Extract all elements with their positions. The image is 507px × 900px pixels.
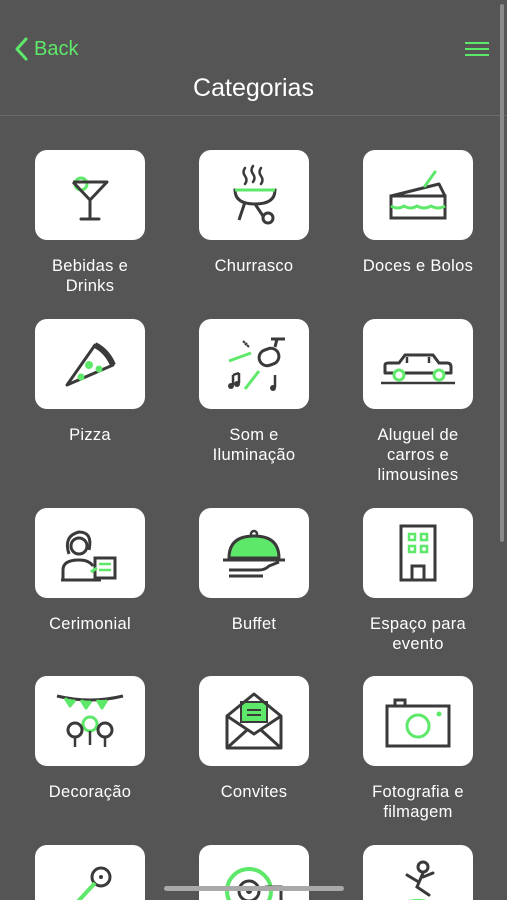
category-item[interactable]: Bebidas e Drinks <box>8 150 172 296</box>
category-tile[interactable] <box>199 319 309 409</box>
category-item[interactable]: Pizza <box>8 319 172 445</box>
category-label: Churrasco <box>214 257 294 275</box>
category-item[interactable]: Decoração <box>8 676 172 802</box>
back-button[interactable]: Back <box>12 36 78 62</box>
category-tile[interactable] <box>35 319 145 409</box>
category-tile[interactable] <box>199 508 309 598</box>
category-tile[interactable] <box>35 676 145 766</box>
category-label: Bebidas e Drinks <box>51 257 129 295</box>
limousine-icon <box>381 353 455 385</box>
grill-icon <box>233 164 277 225</box>
category-label: Espaço para evento <box>370 615 466 653</box>
category-grid: Bebidas e Drinks Churrasco Doces e Bolos… <box>0 116 507 900</box>
category-tile[interactable] <box>35 508 145 598</box>
dj-icon <box>225 867 283 900</box>
category-item[interactable]: Aluguel de carros e limousines <box>336 319 500 485</box>
category-label: Cerimonial <box>49 615 131 633</box>
category-tile[interactable] <box>363 508 473 598</box>
category-tile[interactable] <box>35 845 145 900</box>
decoration-icon <box>56 694 124 747</box>
category-item[interactable]: Buffet <box>172 508 336 634</box>
category-item[interactable] <box>336 845 500 900</box>
category-item[interactable] <box>172 845 336 900</box>
category-tile[interactable] <box>363 150 473 240</box>
envelope-icon <box>225 692 283 750</box>
category-item[interactable]: Cerimonial <box>8 508 172 634</box>
category-label: Fotografia e filmagem <box>372 783 464 821</box>
category-tile[interactable] <box>363 676 473 766</box>
category-label: Pizza <box>69 426 111 444</box>
category-tile[interactable] <box>199 845 309 900</box>
category-item[interactable]: Convites <box>172 676 336 802</box>
host-icon <box>61 530 117 582</box>
chevron-left-icon <box>15 37 28 61</box>
cocktail-icon <box>71 176 109 221</box>
category-tile[interactable] <box>199 150 309 240</box>
header: Back Categorias <box>0 0 507 116</box>
building-icon <box>399 524 437 582</box>
category-tile[interactable] <box>363 845 473 900</box>
category-item[interactable]: Churrasco <box>172 150 336 276</box>
camera-icon <box>385 698 451 748</box>
sound-light-icon <box>228 337 285 391</box>
pizza-icon <box>65 342 116 387</box>
category-item[interactable]: Espaço para evento <box>336 508 500 654</box>
category-label: Decoração <box>48 783 132 801</box>
category-item[interactable] <box>8 845 172 900</box>
cloche-icon <box>223 529 285 578</box>
microphone-icon <box>76 866 112 900</box>
category-label: Doces e Bolos <box>362 257 474 275</box>
category-item[interactable]: Som e Iluminação <box>172 319 336 465</box>
category-label: Convites <box>220 783 288 801</box>
category-tile[interactable] <box>199 676 309 766</box>
category-tile[interactable] <box>35 150 145 240</box>
category-item[interactable]: Doces e Bolos <box>336 150 500 276</box>
category-label: Aluguel de carros e limousines <box>377 426 459 484</box>
hamburger-menu-icon[interactable] <box>465 42 489 58</box>
category-label: Som e Iluminação <box>212 426 296 464</box>
dancer-icon <box>405 860 435 900</box>
back-label: Back <box>34 37 79 60</box>
cake-icon <box>389 170 447 220</box>
category-item[interactable]: Fotografia e filmagem <box>336 676 500 822</box>
home-indicator <box>164 886 344 891</box>
scrollbar[interactable] <box>500 4 504 542</box>
category-label: Buffet <box>231 615 277 633</box>
page-title: Categorias <box>193 74 314 102</box>
category-tile[interactable] <box>363 319 473 409</box>
